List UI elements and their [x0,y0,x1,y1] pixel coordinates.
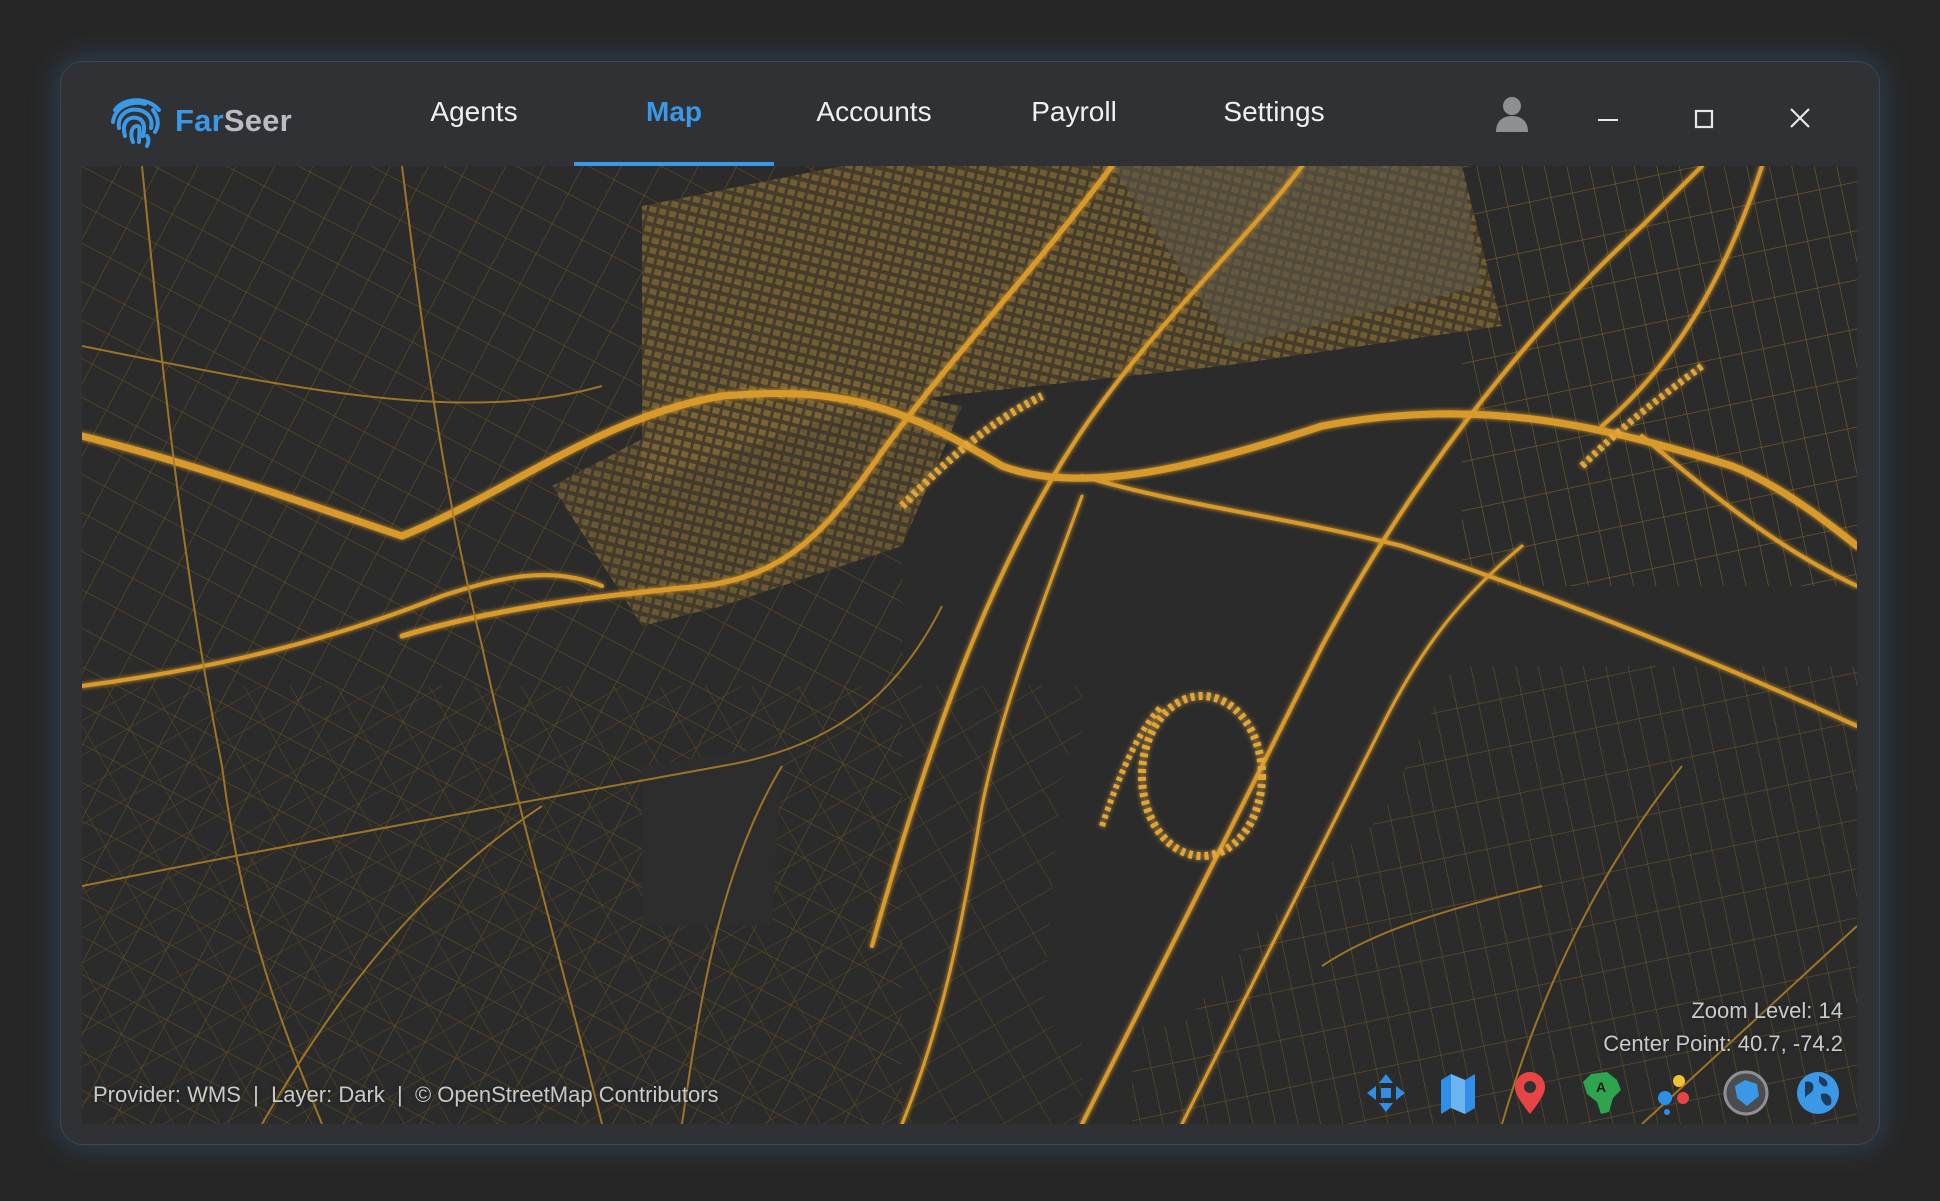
tab-settings[interactable]: Settings [1174,62,1374,162]
route-icon[interactable] [1721,1068,1771,1118]
marker-icon[interactable] [1505,1068,1555,1118]
globe-icon[interactable] [1793,1068,1843,1118]
region-label-icon[interactable]: A [1577,1068,1627,1118]
map-attribution: Provider: WMS | Layer: Dark | © OpenStre… [93,1082,719,1107]
tab-agents[interactable]: Agents [374,62,574,162]
map-canvas[interactable]: Zoom Level: 14 Center Point: 40.7, -74.2… [82,166,1857,1124]
maximize-button[interactable] [1684,98,1724,138]
app-logo: FarSeer [109,92,292,150]
tab-map[interactable]: Map [574,62,774,167]
app-name-far: Far [175,103,224,138]
zoom-level-label: Zoom Level: 14 [1691,998,1843,1023]
map-icon[interactable] [1433,1068,1483,1118]
user-icon [1496,97,1528,132]
tab-accounts[interactable]: Accounts [774,62,974,162]
svg-text:A: A [1596,1079,1606,1095]
main-nav: Agents Map Accounts Payroll Settings [374,62,1374,167]
tab-payroll[interactable]: Payroll [974,62,1174,162]
cluster-icon[interactable] [1649,1068,1699,1118]
map-tiles[interactable] [82,166,1857,1124]
app-window: FarSeer Agents Map Accounts Payroll Sett… [61,62,1879,1144]
title-bar: FarSeer Agents Map Accounts Payroll Sett… [61,62,1879,167]
close-icon [1790,108,1810,128]
maximize-icon [1694,109,1714,129]
pan-icon[interactable] [1361,1068,1411,1118]
user-account-button[interactable] [1492,94,1532,134]
fingerprint-icon [111,98,161,148]
minimize-icon [1598,119,1618,121]
app-name-seer: Seer [223,103,292,138]
minimize-button[interactable] [1588,98,1628,138]
map-toolbar: A [1361,1068,1843,1118]
center-point-label: Center Point: 40.7, -74.2 [1603,1031,1843,1056]
close-button[interactable] [1780,98,1820,138]
